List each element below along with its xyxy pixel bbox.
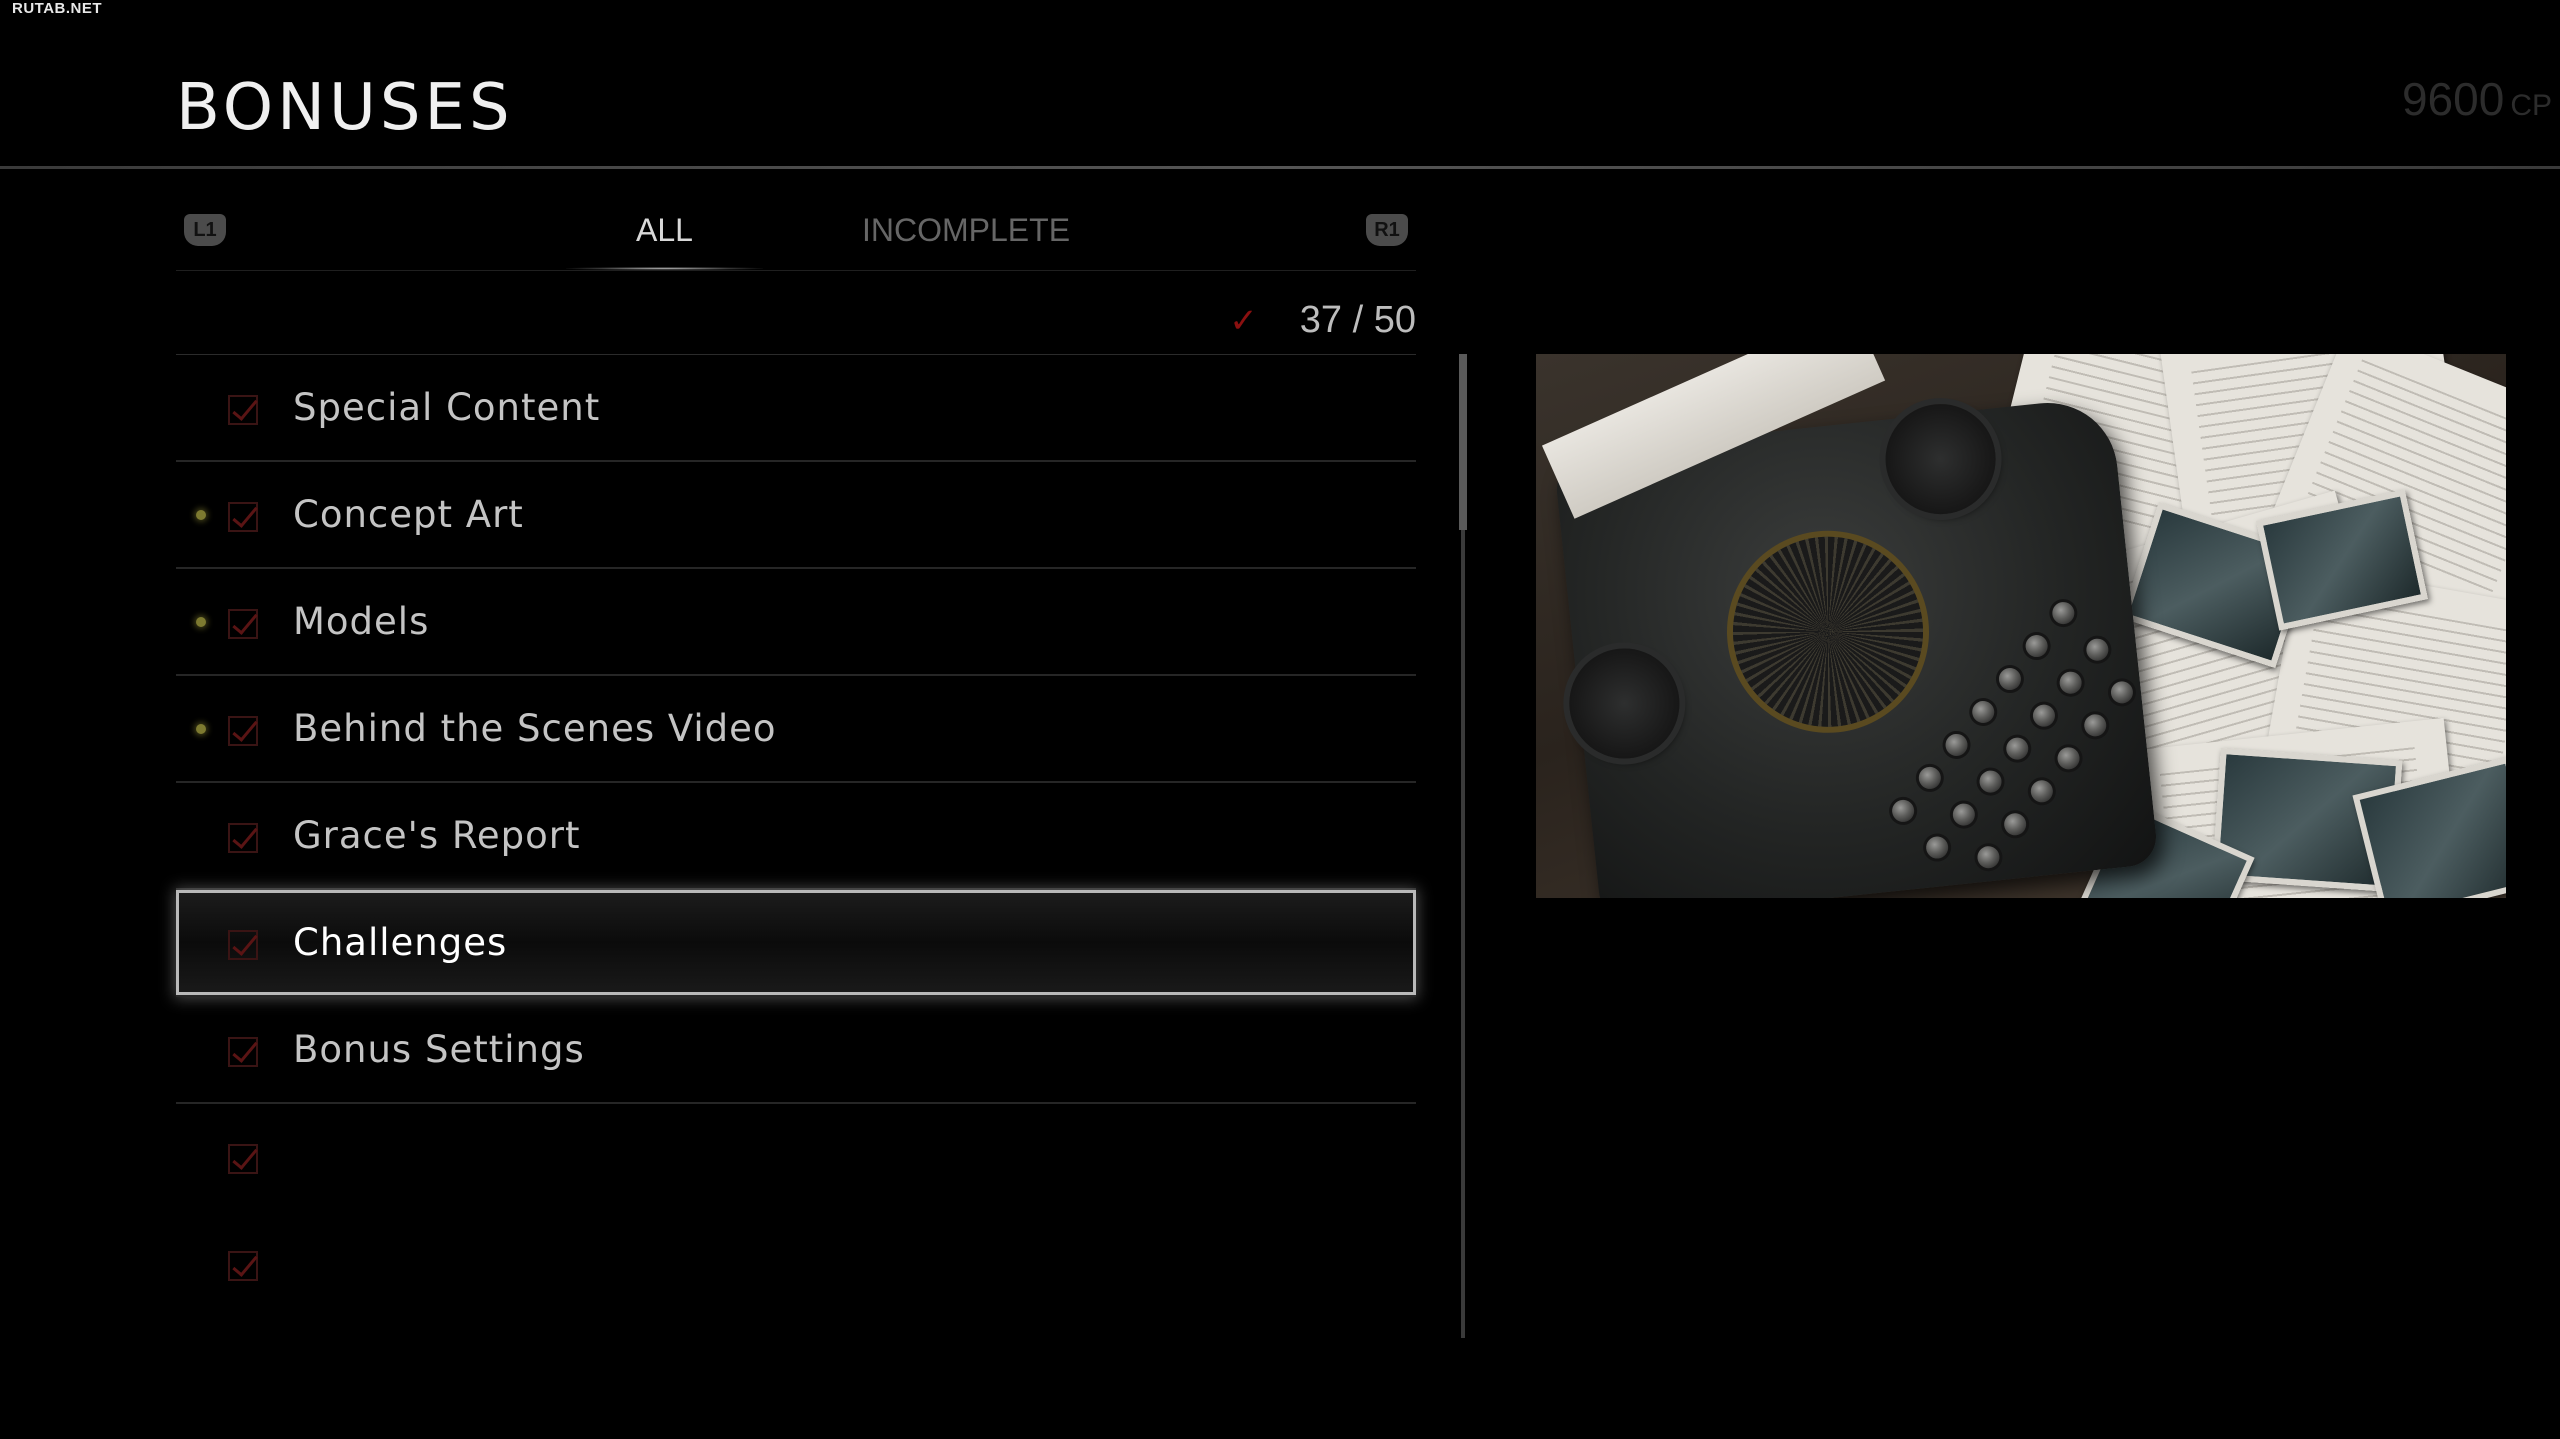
checkbox-icon (228, 395, 258, 425)
cp-value: 9600 (2401, 73, 2505, 125)
list-item-locked[interactable] (176, 1211, 1416, 1318)
checkbox-icon (228, 1037, 258, 1067)
checkbox-icon (228, 1144, 258, 1174)
list-item-graces-report[interactable]: Grace's Report (176, 783, 1416, 890)
list-item-label: Models (293, 600, 430, 643)
new-item-dot-icon (196, 510, 206, 520)
checkbox-icon (228, 716, 258, 746)
checkbox-icon (228, 609, 258, 639)
new-item-dot-icon (196, 724, 206, 734)
cp-unit: CP (2510, 89, 2552, 122)
list-item-label: Concept Art (293, 493, 524, 536)
typewriter (1541, 354, 2160, 898)
page-title: BONUSES (176, 71, 514, 145)
list-item-label: Special Content (293, 386, 601, 429)
checkbox-icon (228, 823, 258, 853)
list-scrollbar-thumb[interactable] (1459, 354, 1467, 530)
site-watermark: RUTAB.NET (12, 0, 103, 17)
list-item-concept-art[interactable]: Concept Art (176, 462, 1416, 569)
list-item-special-content[interactable]: Special Content (176, 355, 1416, 462)
list-item-challenges[interactable]: Challenges (176, 890, 1416, 997)
list-item-locked[interactable] (176, 1104, 1416, 1211)
check-mark-icon: ✓ (1229, 302, 1258, 340)
list-item-label: Grace's Report (293, 814, 581, 857)
list-item-label: Bonus Settings (293, 1028, 585, 1071)
checkbox-icon (228, 502, 258, 532)
new-item-dot-icon (196, 617, 206, 627)
preview-image (1536, 354, 2506, 898)
list-item-models[interactable]: Models (176, 569, 1416, 676)
tab-incomplete[interactable]: INCOMPLETE (862, 212, 1070, 262)
tab-all[interactable]: ALL (566, 212, 763, 270)
list-item-label: Challenges (293, 921, 508, 964)
completion-counter: ✓ 37 / 50 (176, 292, 1416, 348)
cp-balance: 9600 CP (2402, 72, 2552, 126)
l1-bumper-icon[interactable]: L1 (184, 214, 226, 246)
completion-count: 37 / 50 (1299, 299, 1416, 341)
bonus-list: Special Content Concept Art Models Behin… (176, 354, 1416, 1318)
checkbox-icon (228, 930, 258, 960)
header-divider (0, 166, 2560, 169)
list-item-behind-the-scenes-video[interactable]: Behind the Scenes Video (176, 676, 1416, 783)
filter-tab-bar: L1 ALL INCOMPLETE R1 (176, 200, 1416, 271)
list-item-bonus-settings[interactable]: Bonus Settings (176, 997, 1416, 1104)
r1-bumper-icon[interactable]: R1 (1366, 214, 1408, 246)
list-item-label: Behind the Scenes Video (293, 707, 777, 750)
checkbox-icon (228, 1251, 258, 1281)
